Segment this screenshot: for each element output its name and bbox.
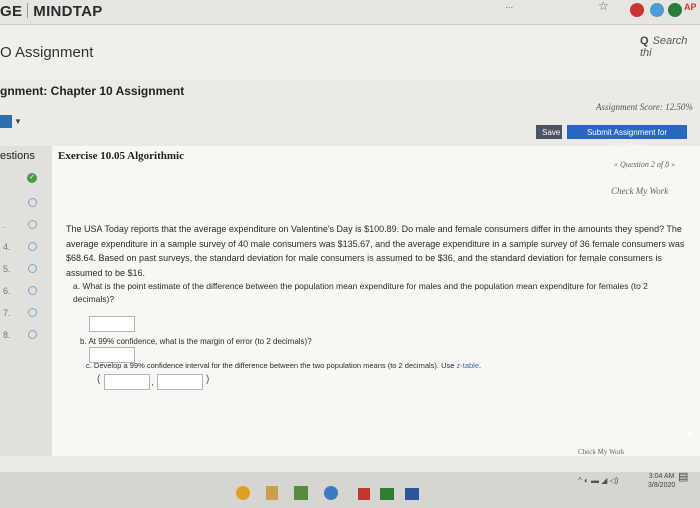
- brand-logo[interactable]: GE MINDTAP: [0, 3, 103, 20]
- question-number: 8.: [3, 330, 11, 340]
- comma: ,: [151, 377, 154, 388]
- status-circle-icon: [28, 198, 37, 207]
- question-number: 6.: [3, 286, 11, 296]
- extension-icon[interactable]: [668, 3, 682, 17]
- app-icon[interactable]: [358, 488, 370, 500]
- browser-chrome: [0, 0, 700, 25]
- save-button[interactable]: Save: [536, 125, 562, 139]
- clock-date: 3/8/2020: [648, 482, 676, 489]
- profile-icon[interactable]: AP: [684, 2, 697, 12]
- title-bar: [0, 25, 700, 80]
- calculator-icon[interactable]: [0, 115, 12, 128]
- chevron-down-icon[interactable]: ▼: [14, 117, 22, 126]
- question-number: 4.: [3, 242, 11, 252]
- question-item[interactable]: .: [0, 216, 52, 238]
- bookmark-star-icon[interactable]: ☆: [598, 0, 609, 13]
- close-icon[interactable]: ✕: [684, 427, 694, 441]
- taskbar-clock[interactable]: 3:04 AM 3/8/2020: [648, 472, 675, 490]
- question-navigation[interactable]: « Question 2 of 8 »: [614, 160, 675, 169]
- interval-lower-input[interactable]: [104, 374, 150, 390]
- problem-text: The USA Today reports that the average e…: [66, 224, 685, 278]
- notification-icon[interactable]: ▤: [678, 470, 688, 483]
- status-circle-icon: [28, 308, 37, 317]
- question-number: .: [3, 220, 6, 230]
- part-c-text: c. Develop a 99% confidence interval for…: [86, 361, 455, 370]
- check-my-work-link[interactable]: Check My Work: [611, 186, 668, 196]
- check-icon: ✓: [27, 173, 37, 183]
- edge-icon[interactable]: [324, 486, 338, 500]
- interval-upper-input[interactable]: [157, 374, 203, 390]
- part-b-question: b. At 99% confidence, what is the margin…: [80, 337, 312, 346]
- status-circle-icon: [28, 220, 37, 229]
- question-number: 5.: [3, 264, 11, 274]
- status-circle-icon: [28, 242, 37, 251]
- url-fragment[interactable]: ...: [505, 0, 513, 11]
- open-paren: (: [97, 374, 101, 385]
- question-item[interactable]: 6.: [0, 282, 52, 304]
- part-a-answer-input[interactable]: [89, 316, 135, 332]
- page-title: O Assignment: [0, 44, 94, 61]
- close-paren: ): [206, 374, 210, 385]
- file-explorer-icon[interactable]: [266, 486, 278, 500]
- status-circle-icon: [28, 286, 37, 295]
- system-tray-icons[interactable]: ^ ◐ ▬ ◢ ◁): [578, 476, 618, 485]
- question-item[interactable]: 7.: [0, 304, 52, 326]
- extension-icon[interactable]: [650, 3, 664, 17]
- brand-separator: [27, 3, 29, 18]
- z-table-link[interactable]: z-table: [457, 361, 480, 370]
- brand-left: GE: [0, 3, 23, 20]
- clock-time: 3:04 AM: [648, 473, 675, 480]
- exercise-heading: Exercise 10.05 Algorithmic: [58, 150, 184, 162]
- excel-icon[interactable]: [380, 488, 394, 500]
- word-icon[interactable]: [405, 488, 419, 500]
- store-icon[interactable]: [294, 486, 308, 500]
- status-circle-icon: [28, 330, 37, 339]
- questions-heading: estions: [0, 150, 35, 162]
- assignment-title: gnment: Chapter 10 Assignment: [0, 84, 185, 98]
- brand-right: MINDTAP: [33, 3, 103, 20]
- part-c-question: c. Develop a 99% confidence interval for…: [86, 361, 481, 370]
- submit-assignment-button[interactable]: Submit Assignment for Grading: [567, 125, 687, 151]
- question-item[interactable]: 4.: [0, 238, 52, 260]
- question-item[interactable]: 5.: [0, 260, 52, 282]
- assignment-score: Assignment Score: 12.50%: [596, 102, 693, 112]
- extension-icon[interactable]: [630, 3, 644, 17]
- part-c-suffix: .: [479, 361, 482, 370]
- status-circle-icon: [28, 264, 37, 273]
- check-my-work-bottom[interactable]: Check My Work: [578, 448, 624, 456]
- question-number: 7.: [3, 308, 11, 318]
- chrome-icon[interactable]: [236, 486, 250, 500]
- question-item[interactable]: [0, 194, 52, 216]
- question-item[interactable]: 8.: [0, 326, 52, 348]
- question-item[interactable]: ✓: [0, 170, 52, 192]
- search-box[interactable]: Q Search thi: [640, 35, 700, 59]
- part-a-question: a. What is the point estimate of the dif…: [73, 281, 648, 304]
- search-icon: Q: [640, 35, 649, 47]
